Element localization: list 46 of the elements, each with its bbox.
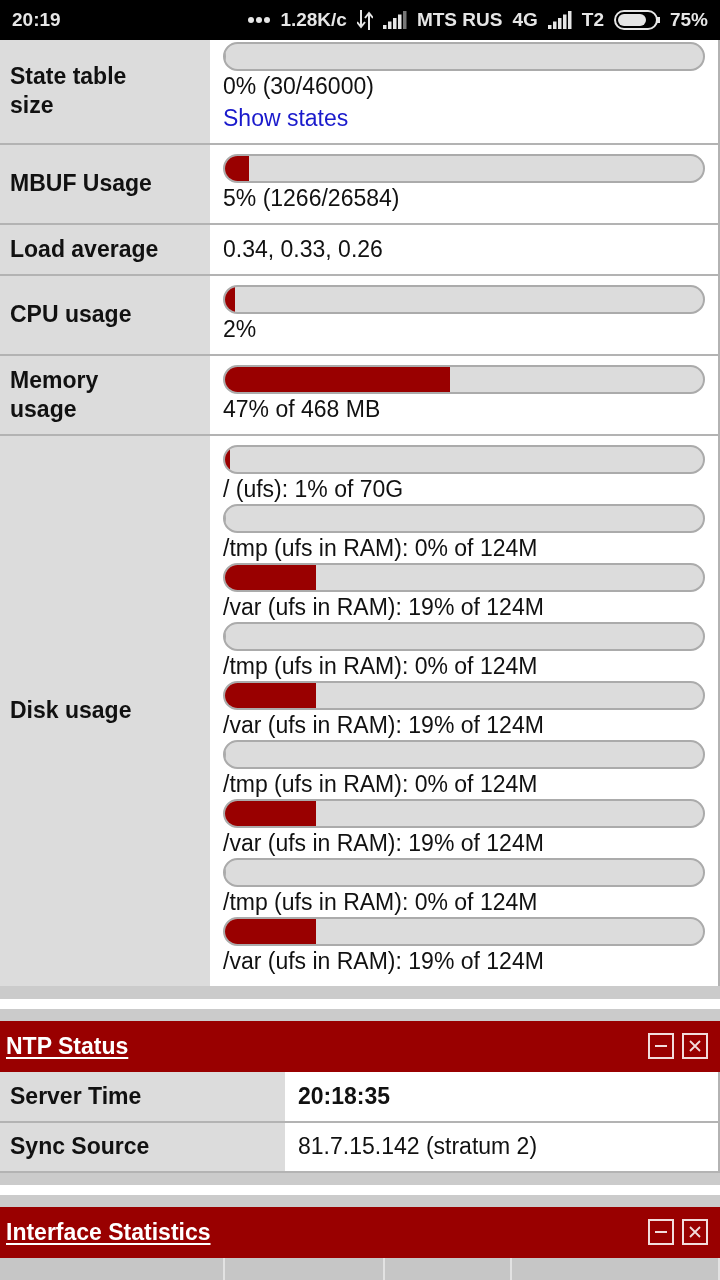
row-label: Disk usage	[0, 434, 210, 986]
usage-reading: 0% (30/46000)	[223, 72, 374, 101]
sim-label: T2	[581, 7, 604, 32]
usage-reading: 5% (1266/26584)	[223, 183, 400, 213]
network-type: 4G	[512, 7, 538, 32]
row-label: State table size	[0, 40, 210, 144]
row-label: Sync Source	[0, 1121, 285, 1172]
widget-title-link[interactable]: NTP Status	[6, 1028, 129, 1064]
row-label: Memory usage	[0, 354, 210, 435]
minimize-button[interactable]	[648, 1219, 674, 1245]
minus-icon	[655, 1045, 667, 1047]
usage-reading: /tmp (ufs in RAM): 0% of 124M	[223, 887, 538, 917]
row-label: MBUF Usage	[0, 143, 210, 224]
usage-reading: / (ufs): 1% of 70G	[223, 474, 404, 504]
usage-reading: /tmp (ufs in RAM): 0% of 124M	[223, 533, 538, 563]
close-icon	[689, 1226, 701, 1238]
usage-reading: /var (ufs in RAM): 19% of 124M	[223, 592, 544, 622]
usage-reading: /tmp (ufs in RAM): 0% of 124M	[223, 651, 538, 681]
row-value: 20:18:35	[285, 1071, 719, 1122]
row-value: 0.34, 0.33, 0.26	[223, 234, 383, 264]
data-arrows-icon	[356, 10, 373, 30]
clock-time: 20:19	[12, 7, 61, 32]
usage-reading: /var (ufs in RAM): 19% of 124M	[223, 828, 544, 858]
usage-reading: /tmp (ufs in RAM): 0% of 124M	[223, 769, 538, 799]
show-states-link[interactable]: Show states	[223, 103, 349, 133]
signal-icon	[382, 11, 407, 29]
usage-reading: /var (ufs in RAM): 19% of 124M	[223, 946, 544, 976]
minimize-button[interactable]	[648, 1033, 674, 1059]
usage-reading: 2%	[223, 314, 257, 344]
network-speed: 1.28K/c	[280, 7, 347, 32]
signal-icon	[547, 11, 572, 29]
more-dots-icon	[248, 17, 271, 23]
row-label: CPU usage	[0, 274, 210, 355]
battery-icon	[613, 10, 660, 30]
carrier-name: MTS RUS	[416, 7, 503, 32]
battery-percent: 75%	[669, 7, 708, 32]
close-button[interactable]	[682, 1219, 708, 1245]
row-value: 81.7.15.142 (stratum 2)	[285, 1121, 719, 1172]
row-label: Load average	[0, 223, 210, 275]
widget-title-link[interactable]: Interface Statistics	[6, 1214, 211, 1250]
minus-icon	[655, 1231, 667, 1233]
close-button[interactable]	[682, 1033, 708, 1059]
usage-reading: 47% of 468 MB	[223, 394, 381, 424]
close-icon	[689, 1040, 701, 1052]
usage-reading: /var (ufs in RAM): 19% of 124M	[223, 710, 544, 740]
row-label: Server Time	[0, 1071, 285, 1122]
